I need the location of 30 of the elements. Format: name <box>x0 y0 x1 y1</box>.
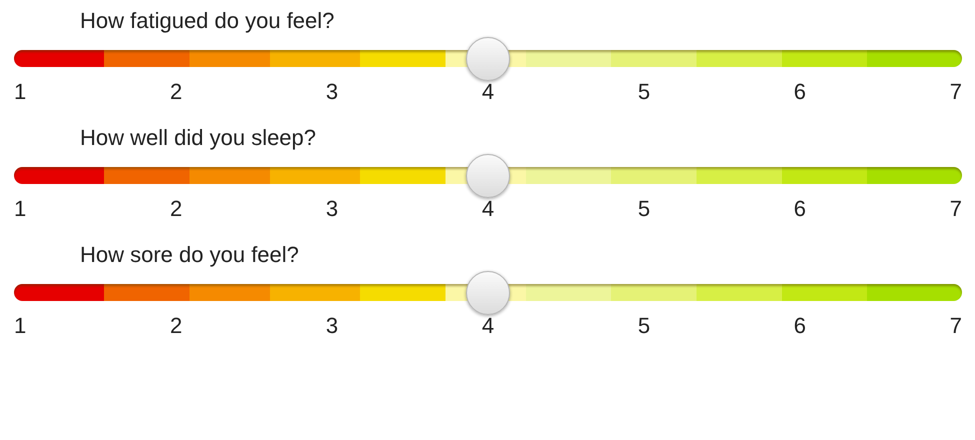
slider[interactable] <box>14 37 962 81</box>
tick-label: 3 <box>326 80 338 104</box>
tick-label: 1 <box>14 197 26 221</box>
slider[interactable] <box>14 271 962 315</box>
tick-label: 6 <box>794 197 806 221</box>
tick-label: 2 <box>170 197 182 221</box>
tick-label: 5 <box>638 314 650 338</box>
slider-thumb[interactable] <box>466 154 510 198</box>
tick-label: 4 <box>482 80 494 104</box>
slider-thumb[interactable] <box>466 271 510 315</box>
question-label: How well did you sleep? <box>80 125 318 151</box>
tick-label: 2 <box>170 80 182 104</box>
tick-label: 6 <box>794 314 806 338</box>
tick-label: 4 <box>482 314 494 338</box>
tick-label: 7 <box>950 314 962 338</box>
tick-label: 2 <box>170 314 182 338</box>
question-label: How fatigued do you feel? <box>80 8 336 34</box>
tick-label: 7 <box>950 80 962 104</box>
tick-label: 1 <box>14 314 26 338</box>
tick-label: 5 <box>638 197 650 221</box>
tick-label: 5 <box>638 80 650 104</box>
slider[interactable] <box>14 154 962 198</box>
tick-label: 4 <box>482 197 494 221</box>
tick-label: 3 <box>326 314 338 338</box>
tick-label: 3 <box>326 197 338 221</box>
question-label: How sore do you feel? <box>80 242 300 268</box>
tick-label: 1 <box>14 80 26 104</box>
tick-label: 6 <box>794 80 806 104</box>
tick-label: 7 <box>950 197 962 221</box>
slider-thumb[interactable] <box>466 37 510 81</box>
